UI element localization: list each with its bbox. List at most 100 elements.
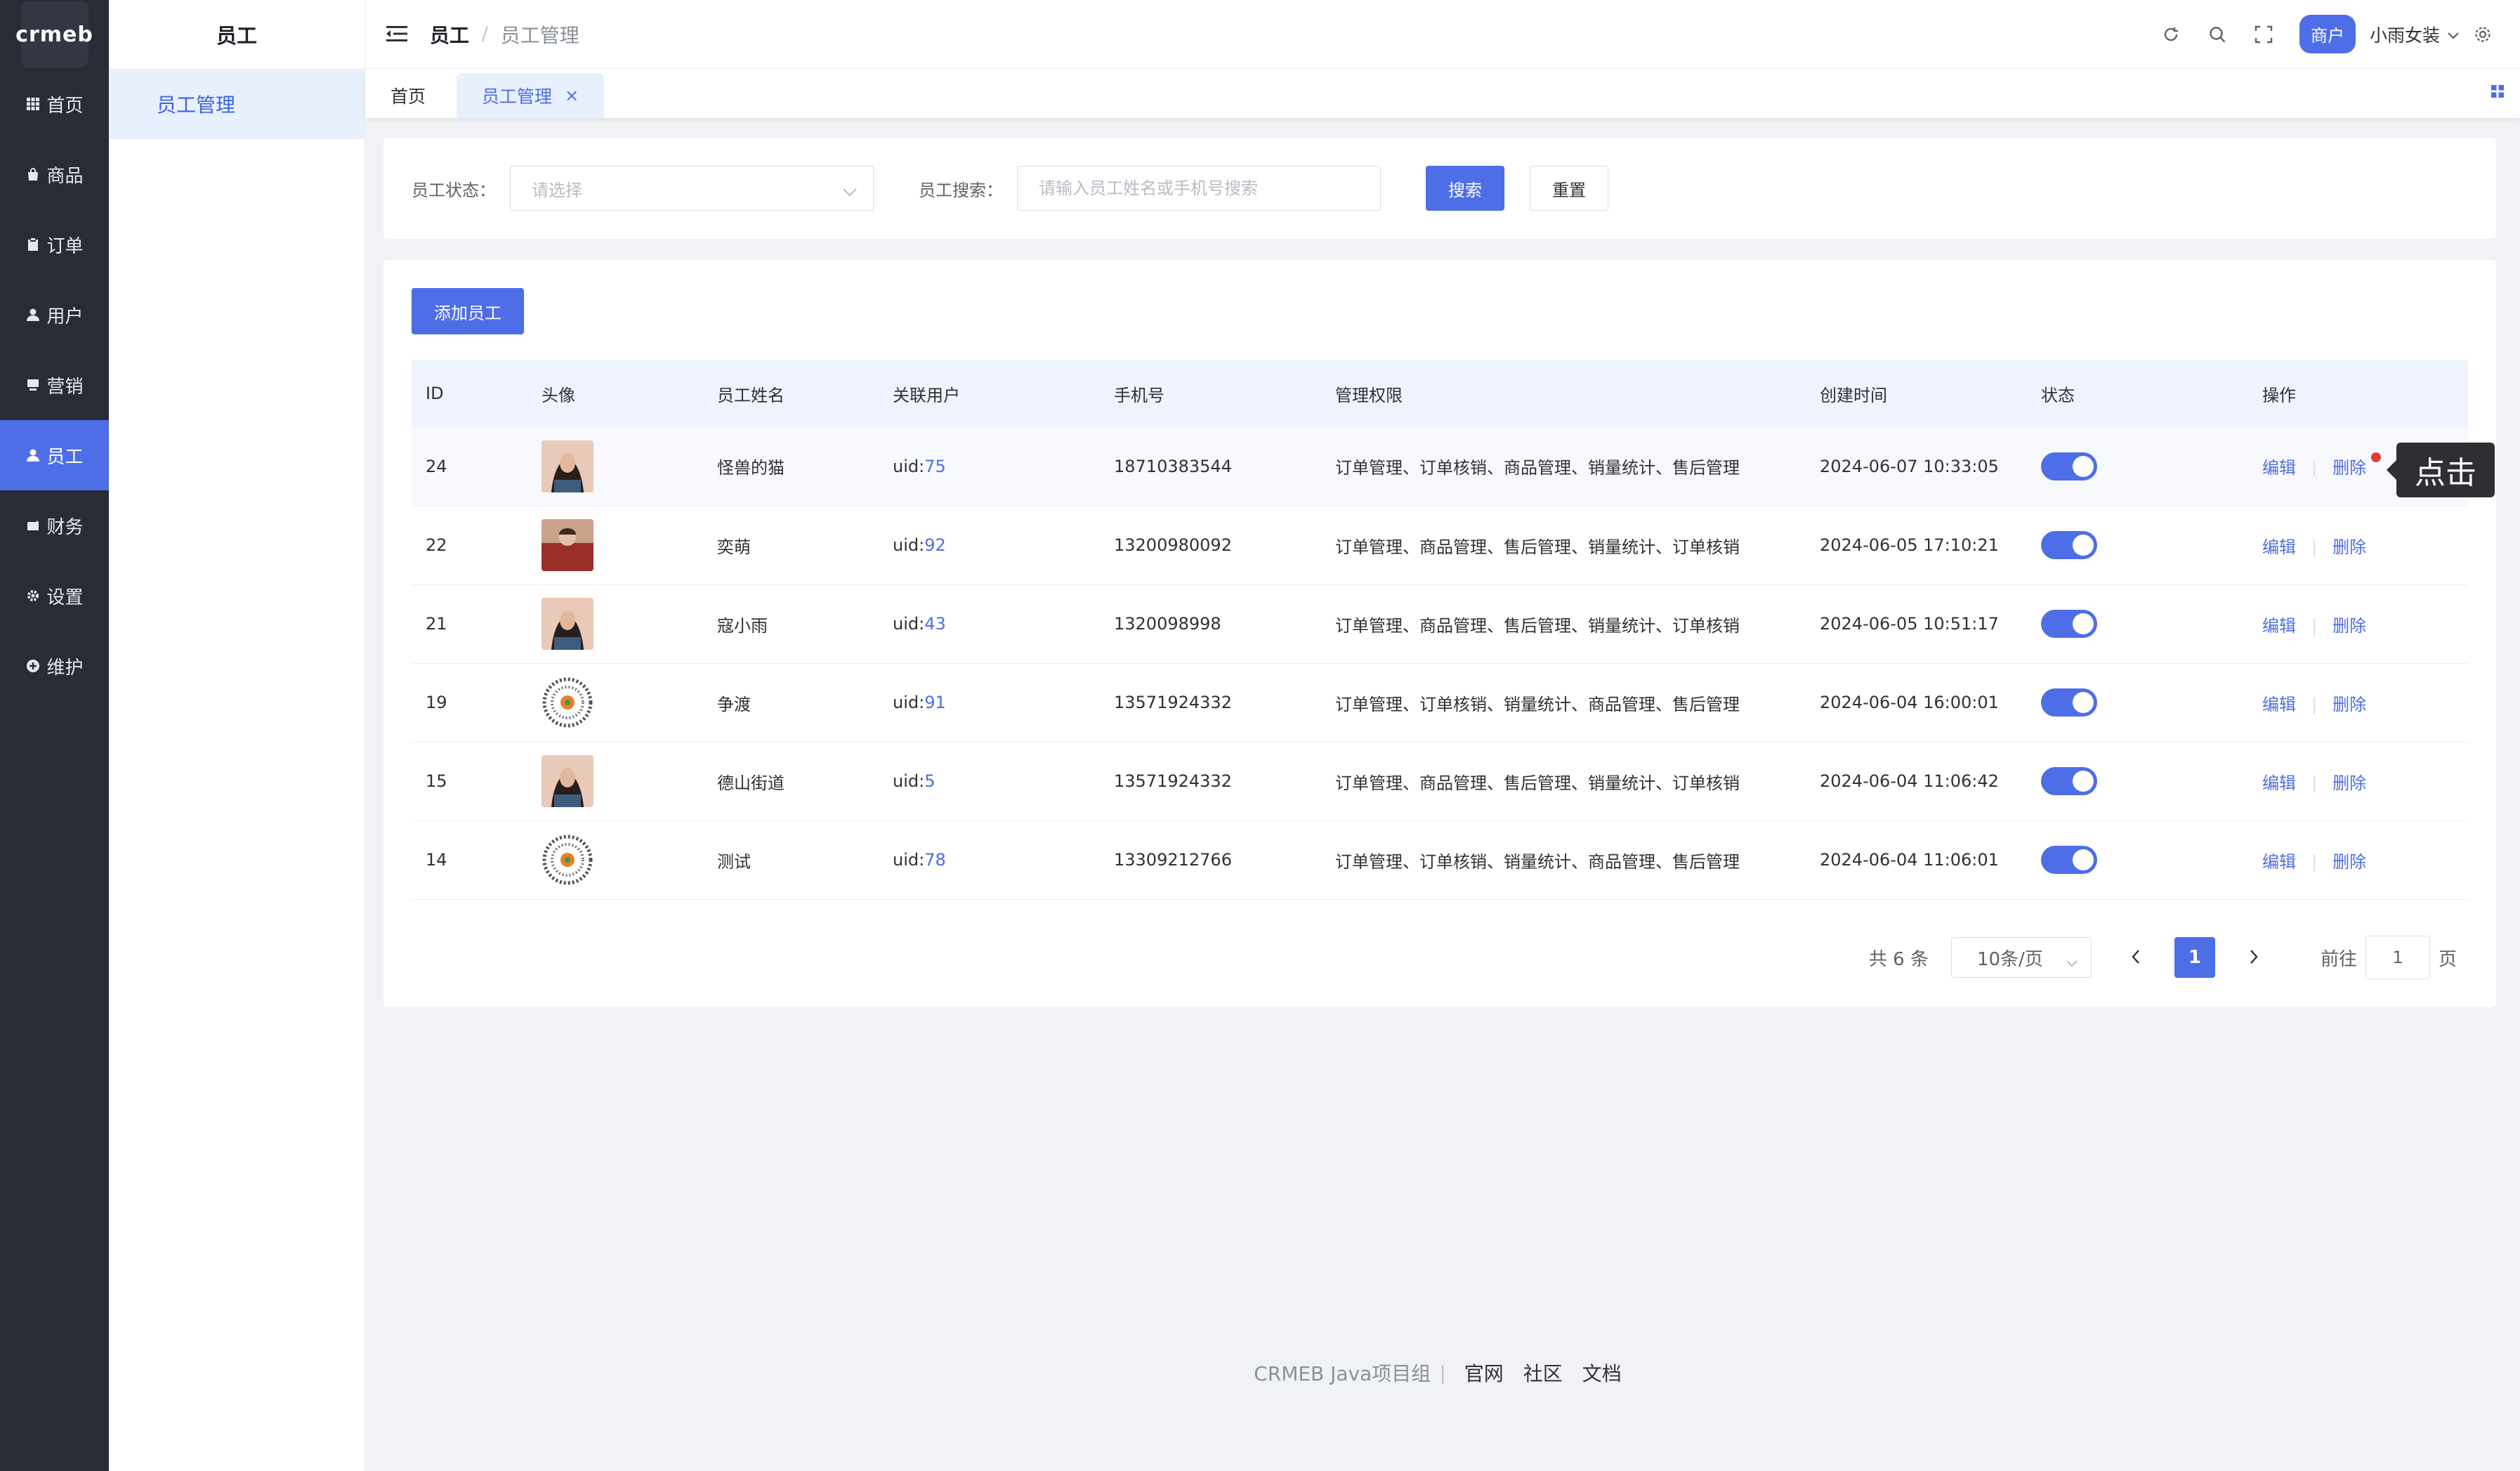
uid-link[interactable]: 5 (924, 771, 935, 791)
nav-item-staff[interactable]: 员工 (0, 420, 109, 490)
nav-item-marketing[interactable]: 营销 (0, 350, 109, 420)
cell-permissions: 订单管理、订单核销、商品管理、销量统计、售后管理 (1321, 427, 1806, 506)
edit-button[interactable]: 编辑 (2262, 616, 2296, 636)
edit-button[interactable]: 编辑 (2262, 458, 2296, 478)
cell-avatar (527, 821, 703, 900)
cell-name: 奕萌 (703, 506, 879, 585)
footer-link-docs[interactable]: 文档 (1582, 1359, 1622, 1387)
user-name: 小雨女装 (2369, 25, 2440, 46)
breadcrumb-parent[interactable]: 员工 (430, 20, 469, 48)
cell-avatar (527, 584, 703, 664)
nav-item-label: 设置 (46, 587, 84, 608)
cell-created: 2024-06-05 10:51:17 (1806, 584, 2027, 664)
status-toggle[interactable] (2041, 846, 2097, 874)
nav-item-finance[interactable]: 财务 (0, 490, 109, 561)
reset-button[interactable]: 重置 (1530, 166, 1608, 211)
add-staff-button[interactable]: 添加员工 (412, 288, 524, 334)
delete-button[interactable]: 删除 (2332, 773, 2366, 793)
tab-grid-icon[interactable] (2491, 84, 2506, 100)
action-divider: | (2311, 458, 2318, 478)
nav-item-home[interactable]: 首页 (0, 69, 109, 139)
edit-button[interactable]: 编辑 (2262, 695, 2296, 714)
subnav-item-staff-management[interactable]: 员工管理 (109, 69, 365, 139)
gear-icon (25, 588, 41, 603)
edit-button[interactable]: 编辑 (2262, 537, 2296, 557)
cell-permissions: 订单管理、商品管理、售后管理、销量统计、订单核销 (1321, 506, 1806, 585)
cell-avatar (527, 663, 703, 743)
delete-button[interactable]: 删除 (2332, 458, 2366, 478)
nav-item-maintenance[interactable]: 维护 (0, 631, 109, 701)
gear-icon[interactable] (2472, 24, 2493, 45)
refresh-icon[interactable] (2160, 24, 2181, 45)
uid-prefix: uid: (893, 456, 925, 476)
column-header: ID (412, 360, 527, 427)
cell-permissions: 订单管理、订单核销、销量统计、商品管理、售后管理 (1321, 663, 1806, 743)
search-button[interactable]: 搜索 (1426, 166, 1504, 211)
delete-button[interactable]: 删除 (2332, 852, 2366, 872)
edit-button[interactable]: 编辑 (2262, 773, 2296, 793)
filter-panel: 员工状态： 请选择 员工搜索： 搜索 重置 (383, 138, 2496, 239)
cell-created: 2024-06-05 17:10:21 (1806, 506, 2027, 585)
search-icon[interactable] (2207, 24, 2228, 45)
status-toggle[interactable] (2041, 531, 2097, 559)
uid-prefix: uid: (893, 771, 925, 791)
footer-divider: | (1439, 1361, 1446, 1385)
status-toggle[interactable] (2041, 452, 2097, 480)
uid-link[interactable]: 91 (924, 693, 946, 712)
uid-link[interactable]: 92 (924, 535, 946, 555)
close-icon[interactable]: × (565, 86, 579, 105)
menu-fold-icon[interactable] (386, 25, 409, 44)
cell-phone: 13200980092 (1100, 506, 1321, 585)
delete-button[interactable]: 删除 (2332, 695, 2366, 714)
page-size-value: 10条/页 (1976, 948, 2043, 970)
avatar (542, 440, 703, 492)
tab-staff-management[interactable]: 员工管理 × (457, 73, 605, 118)
logo-mark: crmeb (15, 1, 93, 68)
edit-button[interactable]: 编辑 (2262, 852, 2296, 872)
cell-id: 14 (412, 821, 527, 900)
status-toggle[interactable] (2041, 610, 2097, 638)
action-divider: | (2311, 851, 2318, 872)
cell-uid: uid:78 (879, 821, 1100, 900)
user-menu[interactable]: 小雨女装 (2370, 22, 2460, 47)
page-size-select[interactable]: 10条/页 (1950, 937, 2092, 978)
nav-item-settings[interactable]: 设置 (0, 561, 109, 631)
logo[interactable]: crmeb (0, 0, 109, 69)
next-page-icon[interactable] (2249, 946, 2259, 969)
tab-home[interactable]: 首页 (365, 73, 451, 118)
cell-actions: 编辑 | 删除 (2248, 584, 2468, 664)
uid-link[interactable]: 43 (924, 614, 946, 634)
page-number-current[interactable]: 1 (2174, 937, 2215, 978)
prev-page-icon[interactable] (2131, 946, 2141, 969)
staff-search-input[interactable] (1017, 166, 1381, 211)
nav-item-products[interactable]: 商品 (0, 139, 109, 209)
header-actions: 商户 小雨女装 (2148, 15, 2506, 53)
nav-item-orders[interactable]: 订单 (0, 209, 109, 280)
footer-link-community[interactable]: 社区 (1523, 1359, 1563, 1387)
avatar (542, 834, 703, 886)
delete-button[interactable]: 删除 (2332, 537, 2366, 557)
cell-phone: 13571924332 (1100, 663, 1321, 743)
cell-name: 怪兽的猫 (703, 427, 879, 506)
goto-page-input[interactable] (2365, 936, 2430, 979)
action-divider: | (2311, 694, 2318, 714)
uid-link[interactable]: 78 (924, 850, 946, 870)
nav-item-label: 商品 (46, 165, 84, 187)
nav-item-users[interactable]: 用户 (0, 280, 109, 350)
cell-id: 19 (412, 663, 527, 743)
delete-button[interactable]: 删除 (2332, 616, 2366, 636)
footer-group: CRMEB Java项目组 (1254, 1362, 1431, 1385)
nav-item-label: 维护 (46, 657, 84, 679)
cell-status (2027, 742, 2248, 821)
uid-link[interactable]: 75 (924, 457, 946, 476)
status-toggle[interactable] (2041, 688, 2097, 717)
cell-status (2027, 821, 2248, 900)
column-header: 状态 (2027, 360, 2248, 427)
breadcrumb-separator: / (482, 23, 488, 45)
cell-uid: uid:92 (879, 506, 1100, 585)
footer-link-website[interactable]: 官网 (1464, 1359, 1504, 1387)
fullscreen-icon[interactable] (2253, 24, 2274, 45)
cell-id: 22 (412, 506, 527, 585)
status-select[interactable]: 请选择 (510, 166, 874, 211)
status-toggle[interactable] (2041, 767, 2097, 795)
